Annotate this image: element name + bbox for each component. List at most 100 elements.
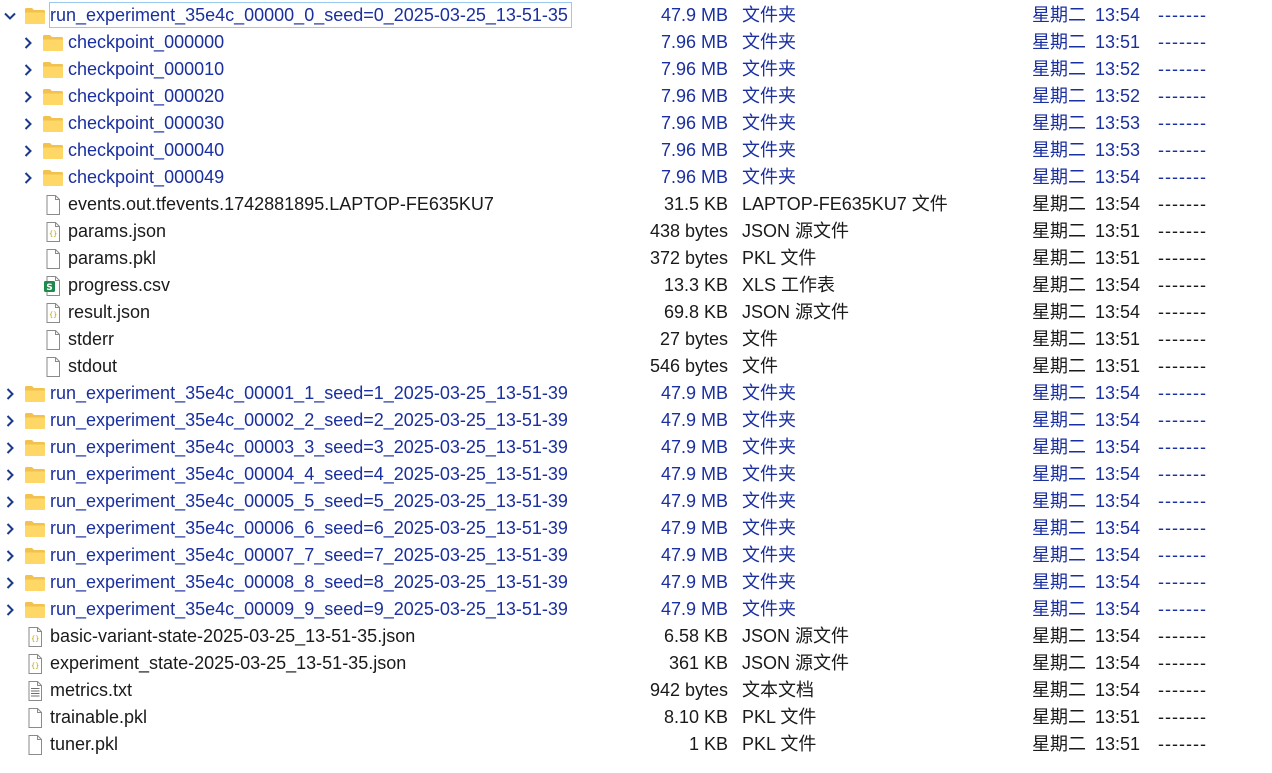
item-modified: 星期二 13:51 — [1032, 731, 1140, 758]
folder-row[interactable]: run_experiment_35e4c_00002_2_seed=2_2025… — [0, 407, 1272, 434]
chevron-right-icon[interactable] — [2, 461, 18, 488]
chevron-right-icon[interactable] — [2, 434, 18, 461]
item-name[interactable]: checkpoint_000030 — [68, 113, 224, 133]
chevron-right-icon[interactable] — [20, 164, 36, 191]
blank-file-icon — [42, 249, 64, 269]
chevron-down-icon[interactable] — [2, 2, 18, 29]
folder-row[interactable]: checkpoint_000010 7.96 MB 文件夹 星期二 13:52 -----… — [0, 56, 1272, 83]
folder-row[interactable]: checkpoint_000049 7.96 MB 文件夹 星期二 13:54 -----… — [0, 164, 1272, 191]
item-time: 13:54 — [1095, 518, 1141, 538]
item-name[interactable]: run_experiment_35e4c_00003_3_seed=3_2025… — [50, 437, 568, 457]
folder-row[interactable]: run_experiment_35e4c_00003_3_seed=3_2025… — [0, 434, 1272, 461]
item-name[interactable]: result.json — [68, 302, 150, 322]
item-name[interactable]: progress.csv — [68, 275, 170, 295]
item-name[interactable]: checkpoint_000010 — [68, 59, 224, 79]
file-tree-list: run_experiment_35e4c_00000_0_seed=0_2025… — [0, 2, 1272, 758]
item-type: JSON 源文件 — [742, 653, 850, 673]
item-name[interactable]: tuner.pkl — [50, 734, 118, 754]
item-time: 13:51 — [1095, 707, 1141, 727]
item-attributes: ------- — [1158, 545, 1207, 565]
item-weekday: 星期二 — [1032, 221, 1086, 241]
item-name[interactable]: run_experiment_35e4c_00009_9_seed=9_2025… — [50, 599, 568, 619]
item-modified: 星期二 13:54 — [1032, 650, 1140, 677]
item-name[interactable]: run_experiment_35e4c_00002_2_seed=2_2025… — [50, 410, 568, 430]
chevron-right-icon[interactable] — [2, 542, 18, 569]
item-time: 13:51 — [1095, 329, 1141, 349]
item-name[interactable]: params.pkl — [68, 248, 156, 268]
item-name[interactable]: params.json — [68, 221, 166, 241]
folder-icon — [24, 546, 46, 566]
item-type: 文件夹 — [742, 113, 796, 133]
item-attributes: ------- — [1158, 194, 1207, 214]
item-name[interactable]: run_experiment_35e4c_00007_7_seed=7_2025… — [50, 545, 568, 565]
folder-row[interactable]: checkpoint_000000 7.96 MB 文件夹 星期二 13:51 -----… — [0, 29, 1272, 56]
chevron-right-icon[interactable] — [2, 407, 18, 434]
file-row[interactable]: {} experiment_state-2025-03-25_13-51-35.j… — [0, 650, 1272, 677]
file-row[interactable]: events.out.tfevents.1742881895.LAPTOP-FE… — [0, 191, 1272, 218]
file-row[interactable]: {} basic-variant-state-2025-03-25_13-51-3… — [0, 623, 1272, 650]
folder-row[interactable]: run_experiment_35e4c_00001_1_seed=1_2025… — [0, 380, 1272, 407]
item-name[interactable]: run_experiment_35e4c_00000_0_seed=0_2025… — [50, 5, 568, 25]
chevron-right-icon[interactable] — [2, 569, 18, 596]
folder-row[interactable]: run_experiment_35e4c_00009_9_seed=9_2025… — [0, 596, 1272, 623]
json-file-icon: {} — [24, 654, 46, 674]
item-name[interactable]: run_experiment_35e4c_00005_5_seed=5_2025… — [50, 491, 568, 511]
item-modified: 星期二 13:54 — [1032, 434, 1140, 461]
file-row[interactable]: stdout 546 bytes 文件 星期二 13:51 ------- — [0, 353, 1272, 380]
folder-row[interactable]: checkpoint_000030 7.96 MB 文件夹 星期二 13:53 -----… — [0, 110, 1272, 137]
item-name[interactable]: checkpoint_000020 — [68, 86, 224, 106]
chevron-right-icon[interactable] — [20, 56, 36, 83]
chevron-right-icon[interactable] — [20, 137, 36, 164]
file-row[interactable]: metrics.txt 942 bytes 文本文档 星期二 13:54 ------- — [0, 677, 1272, 704]
item-size: 6.58 KB — [663, 626, 728, 646]
item-size: 8.10 KB — [663, 707, 728, 727]
item-size: 69.8 KB — [663, 302, 728, 322]
folder-row[interactable]: run_experiment_35e4c_00000_0_seed=0_2025… — [0, 2, 1272, 29]
item-name[interactable]: metrics.txt — [50, 680, 132, 700]
item-name[interactable]: checkpoint_000040 — [68, 140, 224, 160]
blank-file-icon — [24, 735, 46, 755]
item-time: 13:54 — [1095, 302, 1141, 322]
item-type: LAPTOP-FE635KU7 文件 — [742, 194, 948, 214]
item-type: 文件夹 — [742, 545, 796, 565]
item-type: 文件夹 — [742, 572, 796, 592]
file-row[interactable]: {} params.json 438 bytes JSON 源文件 星期二 13:51 --… — [0, 218, 1272, 245]
file-row[interactable]: {} result.json 69.8 KB JSON 源文件 星期二 13:54 ----… — [0, 299, 1272, 326]
item-name[interactable]: run_experiment_35e4c_00001_1_seed=1_2025… — [50, 383, 568, 403]
item-name[interactable]: checkpoint_000049 — [68, 167, 224, 187]
file-row[interactable]: params.pkl 372 bytes PKL 文件 星期二 13:51 ------- — [0, 245, 1272, 272]
item-name[interactable]: experiment_state-2025-03-25_13-51-35.jso… — [50, 653, 406, 673]
item-name[interactable]: stderr — [68, 329, 114, 349]
chevron-right-icon[interactable] — [2, 515, 18, 542]
file-row[interactable]: tuner.pkl 1 KB PKL 文件 星期二 13:51 ------- — [0, 731, 1272, 758]
chevron-right-icon[interactable] — [2, 596, 18, 623]
item-name[interactable]: run_experiment_35e4c_00008_8_seed=8_2025… — [50, 572, 568, 592]
item-attributes: ------- — [1158, 707, 1207, 727]
item-name[interactable]: events.out.tfevents.1742881895.LAPTOP-FE… — [68, 194, 494, 214]
chevron-right-icon[interactable] — [20, 83, 36, 110]
item-name[interactable]: run_experiment_35e4c_00004_4_seed=4_2025… — [50, 464, 568, 484]
file-row[interactable]: stderr 27 bytes 文件 星期二 13:51 ------- — [0, 326, 1272, 353]
folder-row[interactable]: checkpoint_000020 7.96 MB 文件夹 星期二 13:52 -----… — [0, 83, 1272, 110]
chevron-right-icon[interactable] — [2, 488, 18, 515]
item-modified: 星期二 13:54 — [1032, 2, 1140, 29]
folder-row[interactable]: run_experiment_35e4c_00004_4_seed=4_2025… — [0, 461, 1272, 488]
chevron-right-icon[interactable] — [2, 380, 18, 407]
folder-row[interactable]: run_experiment_35e4c_00008_8_seed=8_2025… — [0, 569, 1272, 596]
item-modified: 星期二 13:54 — [1032, 488, 1140, 515]
item-type: 文件夹 — [742, 140, 796, 160]
folder-row[interactable]: run_experiment_35e4c_00007_7_seed=7_2025… — [0, 542, 1272, 569]
item-name[interactable]: trainable.pkl — [50, 707, 147, 727]
chevron-right-icon[interactable] — [20, 110, 36, 137]
chevron-right-icon[interactable] — [20, 29, 36, 56]
folder-row[interactable]: run_experiment_35e4c_00005_5_seed=5_2025… — [0, 488, 1272, 515]
item-name[interactable]: stdout — [68, 356, 117, 376]
folder-row[interactable]: checkpoint_000040 7.96 MB 文件夹 星期二 13:53 -----… — [0, 137, 1272, 164]
item-name[interactable]: basic-variant-state-2025-03-25_13-51-35.… — [50, 626, 415, 646]
file-row[interactable]: Sprogress.csv 13.3 KB XLS 工作表 星期二 13:54 -----… — [0, 272, 1272, 299]
item-name[interactable]: run_experiment_35e4c_00006_6_seed=6_2025… — [50, 518, 568, 538]
item-name[interactable]: checkpoint_000000 — [68, 32, 224, 52]
file-row[interactable]: trainable.pkl 8.10 KB PKL 文件 星期二 13:51 ------… — [0, 704, 1272, 731]
folder-row[interactable]: run_experiment_35e4c_00006_6_seed=6_2025… — [0, 515, 1272, 542]
svg-text:{}: {} — [49, 311, 57, 319]
